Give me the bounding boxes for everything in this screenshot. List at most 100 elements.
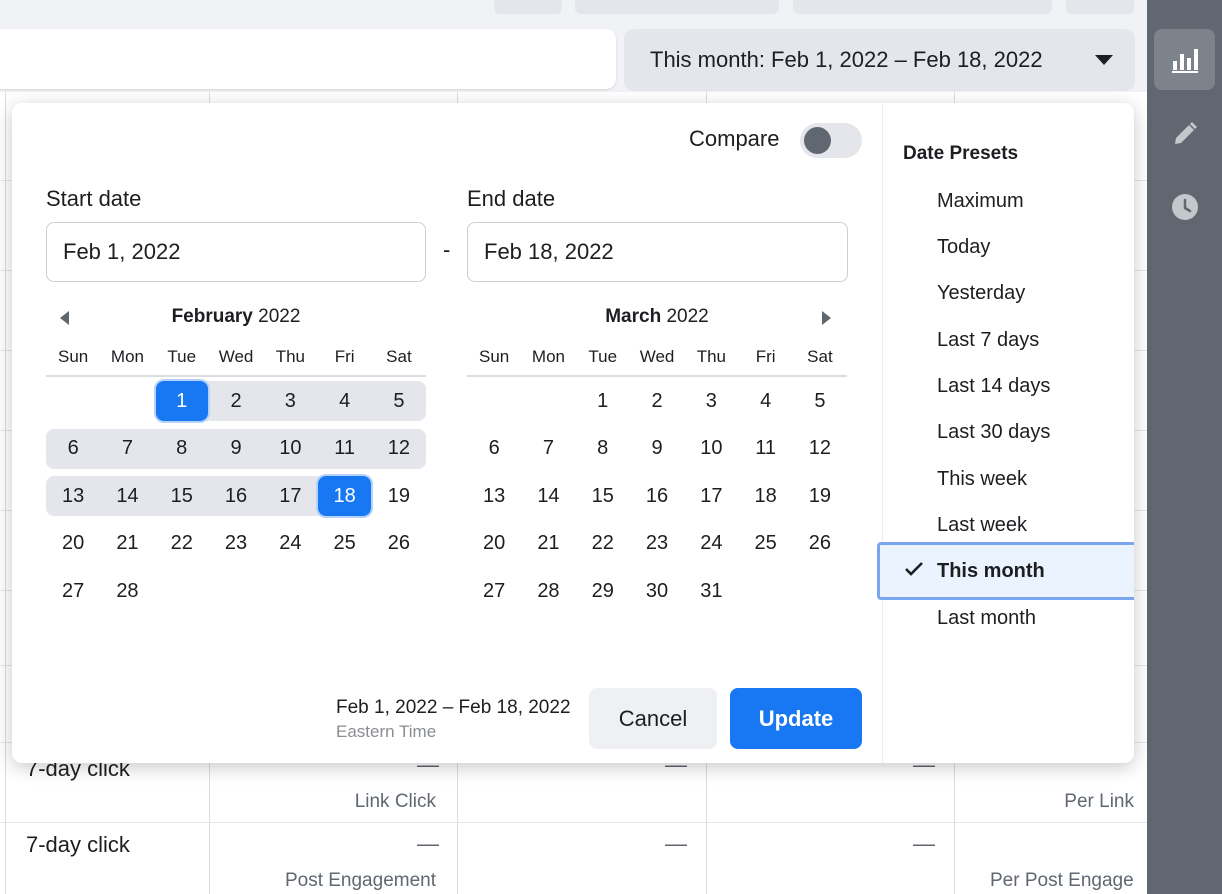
year-name: 2022 <box>666 306 709 327</box>
calendar-day[interactable]: 11 <box>738 428 792 468</box>
preset-label: Last 7 days <box>937 328 1040 351</box>
calendar-day[interactable]: 11 <box>317 428 371 468</box>
preset-label: Today <box>937 235 991 258</box>
toolbar-button[interactable] <box>793 0 1052 14</box>
calendar-day[interactable]: 8 <box>576 428 630 468</box>
preset-item[interactable]: Last 14 days <box>883 364 1134 408</box>
preset-item[interactable]: Maximum <box>883 179 1134 223</box>
calendar-day[interactable]: 28 <box>100 571 154 611</box>
calendar-day[interactable]: 1 <box>576 381 630 421</box>
calendar-day[interactable]: 9 <box>209 428 263 468</box>
preset-item[interactable]: Last 30 days <box>883 410 1134 454</box>
calendar-day[interactable]: 23 <box>630 523 684 563</box>
calendar-day[interactable]: 22 <box>155 523 209 563</box>
preset-item[interactable]: This month <box>877 542 1134 600</box>
calendar-day[interactable]: 13 <box>46 476 100 516</box>
compare-toggle[interactable] <box>800 123 862 158</box>
calendar-day[interactable]: 12 <box>793 428 847 468</box>
preset-item[interactable]: Last month <box>883 596 1134 640</box>
calendar-day[interactable]: 25 <box>317 523 371 563</box>
search-input[interactable] <box>0 29 616 89</box>
calendar-day[interactable]: 26 <box>793 523 847 563</box>
calendar-empty-cell <box>155 571 209 611</box>
preset-item[interactable]: Last week <box>883 503 1134 547</box>
calendar-day[interactable]: 17 <box>263 476 317 516</box>
calendar-day[interactable]: 28 <box>521 571 575 611</box>
calendar-empty-cell <box>263 571 317 611</box>
calendar-day[interactable]: 21 <box>100 523 154 563</box>
cancel-button[interactable]: Cancel <box>589 688 717 749</box>
calendar-day[interactable]: 9 <box>630 428 684 468</box>
end-date-label: End date <box>467 186 556 211</box>
calendar-day[interactable]: 6 <box>467 428 521 468</box>
preset-item[interactable]: This week <box>883 457 1134 501</box>
preset-item[interactable]: Last 7 days <box>883 318 1134 362</box>
calendar-day[interactable]: 14 <box>100 476 154 516</box>
toolbar-button[interactable] <box>1066 0 1134 14</box>
calendar-day[interactable]: 4 <box>738 381 792 421</box>
calendar-day[interactable]: 6 <box>46 428 100 468</box>
calendar-day[interactable]: 26 <box>372 523 426 563</box>
calendar-day[interactable]: 5 <box>372 381 426 421</box>
timezone-label: Eastern Time <box>336 722 437 741</box>
table-row <box>0 822 1147 823</box>
date-range-button[interactable]: This month: Feb 1, 2022 – Feb 18, 2022 <box>624 29 1135 91</box>
edit-button[interactable] <box>1154 103 1215 164</box>
history-button[interactable] <box>1154 176 1215 237</box>
preset-label: This week <box>937 467 1028 490</box>
calendar-day[interactable]: 1 <box>155 380 208 421</box>
calendar-day[interactable]: 10 <box>684 428 738 468</box>
next-month-icon[interactable] <box>822 311 831 325</box>
preset-item[interactable]: Yesterday <box>883 271 1134 315</box>
calendar-day[interactable]: 17 <box>684 476 738 516</box>
calendar-day[interactable]: 7 <box>521 428 575 468</box>
calendar-day[interactable]: 27 <box>467 571 521 611</box>
start-date-input[interactable]: Feb 1, 2022 <box>46 222 426 282</box>
weekday: Sat <box>386 347 412 366</box>
weekday: Thu <box>275 347 305 366</box>
dash-value: — <box>417 831 439 856</box>
calendar-day[interactable]: 22 <box>576 523 630 563</box>
previous-month-icon[interactable] <box>60 311 69 325</box>
calendar-day[interactable]: 4 <box>317 381 371 421</box>
calendar-day[interactable]: 24 <box>263 523 317 563</box>
dash-value: — <box>665 831 687 856</box>
calendar-day[interactable]: 3 <box>263 381 317 421</box>
calendar-day[interactable]: 16 <box>630 476 684 516</box>
calendar-empty-cell <box>467 381 521 421</box>
calendar-day[interactable]: 18 <box>318 475 371 516</box>
preset-item[interactable]: Today <box>883 225 1134 269</box>
calendar-day[interactable]: 7 <box>100 428 154 468</box>
calendar-week: 20 21 22 23 24 25 26 <box>46 520 426 568</box>
calendar-day[interactable]: 20 <box>46 523 100 563</box>
end-date-input[interactable]: Feb 18, 2022 <box>467 222 848 282</box>
calendar-day[interactable]: 8 <box>155 428 209 468</box>
calendar-day[interactable]: 27 <box>46 571 100 611</box>
calendar-day[interactable]: 18 <box>738 476 792 516</box>
calendar-day[interactable]: 13 <box>467 476 521 516</box>
calendar-day[interactable]: 12 <box>372 428 426 468</box>
calendar-day[interactable]: 23 <box>209 523 263 563</box>
calendar-day[interactable]: 24 <box>684 523 738 563</box>
update-button[interactable]: Update <box>730 688 862 749</box>
calendar-day[interactable]: 20 <box>467 523 521 563</box>
calendar-day[interactable]: 19 <box>793 476 847 516</box>
calendar-day[interactable]: 15 <box>155 476 209 516</box>
calendar-day[interactable]: 3 <box>684 381 738 421</box>
calendar-day[interactable]: 21 <box>521 523 575 563</box>
toolbar-button[interactable] <box>575 0 779 14</box>
calendar-day[interactable]: 16 <box>209 476 263 516</box>
calendar-day[interactable]: 29 <box>576 571 630 611</box>
calendar-day[interactable]: 25 <box>738 523 792 563</box>
calendar-day[interactable]: 14 <box>521 476 575 516</box>
calendar-day[interactable]: 10 <box>263 428 317 468</box>
calendar-day[interactable]: 15 <box>576 476 630 516</box>
calendar-day[interactable]: 2 <box>630 381 684 421</box>
calendar-day[interactable]: 19 <box>372 476 426 516</box>
calendar-day[interactable]: 31 <box>684 571 738 611</box>
toolbar-button[interactable] <box>494 0 562 14</box>
bar-chart-button[interactable] <box>1154 29 1215 90</box>
calendar-day[interactable]: 30 <box>630 571 684 611</box>
calendar-day[interactable]: 5 <box>793 381 847 421</box>
calendar-day[interactable]: 2 <box>209 381 263 421</box>
